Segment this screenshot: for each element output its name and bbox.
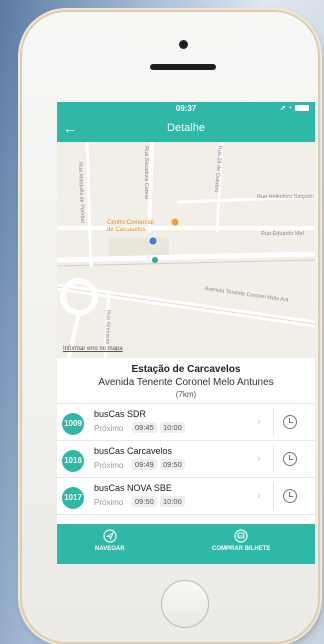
clock-icon[interactable] (283, 452, 297, 466)
status-time: 09:37 (175, 104, 197, 113)
route-row[interactable]: 1017 busCas NOVA SBE Próximo 09:50 10:00… (57, 478, 315, 515)
station-distance: (7km) (175, 390, 197, 399)
route-name: busCas NOVA SBE (94, 483, 172, 493)
row-divider (273, 482, 274, 510)
app-header: ← Detalhe (57, 116, 315, 142)
station-name: Estação de Carcavelos (131, 364, 241, 375)
navigate-button[interactable]: NAVEGAR (95, 529, 125, 552)
front-camera (179, 40, 188, 49)
departure-time: 09:45 (132, 422, 157, 433)
page-title: Detalhe (167, 122, 205, 134)
clock-icon[interactable] (283, 489, 297, 503)
route-row[interactable]: 1016 busCas Carcavelos Próximo 09:49 09:… (57, 441, 315, 478)
navigate-label: NAVEGAR (95, 546, 125, 552)
chevron-right-icon: › (257, 490, 261, 502)
street-label: Rua Eduardo Mal (261, 231, 304, 237)
poi-label: Centro Comercial de Carcavelos (107, 220, 154, 233)
map-credit-link[interactable]: Informar erro no mapa (63, 346, 123, 352)
next-label: Próximo (94, 498, 124, 507)
route-number-badge: 1016 (62, 450, 84, 472)
chevron-right-icon: › (257, 416, 261, 428)
next-label: Próximo (94, 424, 124, 433)
departure-time: 09:50 (132, 496, 157, 507)
next-label: Próximo (94, 461, 124, 470)
clock-icon[interactable] (283, 415, 297, 429)
buy-ticket-button[interactable]: COMPRAR BILHETE (212, 529, 270, 552)
train-station-icon (149, 237, 157, 245)
departure-time: 09:49 (132, 459, 157, 470)
map-view[interactable]: Rua Marquês de Pombal Rua Sacadura Cabra… (57, 142, 315, 358)
bus-icon (234, 529, 248, 543)
map-roads (57, 142, 315, 358)
status-icons: ➚ ◔ (280, 104, 309, 112)
route-number-badge: 1017 (62, 487, 84, 509)
route-number-badge: 1009 (62, 413, 84, 435)
departure-time: 10:00 (160, 422, 185, 433)
bottom-action-bar: NAVEGAR COMPRAR BILHETE (57, 524, 315, 564)
station-address: Avenida Tenente Coronel Melo Antunes (98, 377, 274, 388)
row-divider (273, 408, 274, 436)
home-button[interactable] (161, 580, 209, 628)
buy-ticket-label: COMPRAR BILHETE (212, 546, 271, 552)
route-name: busCas Carcavelos (94, 446, 173, 456)
navigation-arrow-icon (103, 529, 117, 543)
departure-time: 10:00 (160, 496, 185, 507)
bus-stop-icon (152, 257, 158, 263)
earpiece-speaker (150, 64, 216, 70)
departure-time: 09:50 (160, 459, 185, 470)
row-divider (273, 445, 274, 473)
status-bar: 09:37 ➚ ◔ (57, 102, 315, 116)
route-row[interactable]: 1009 busCas SDR Próximo 09:45 10:00 › (57, 404, 315, 441)
street-label: Rua Sacadura Cabral (143, 146, 149, 199)
app-screen: 09:37 ➚ ◔ ← Detalhe Rua Marquês de Pomba… (57, 102, 315, 564)
chevron-right-icon: › (257, 453, 261, 465)
route-name: busCas SDR (94, 409, 147, 419)
street-label: Rua Heliodoro Salgado (257, 194, 314, 200)
restaurant-icon (171, 218, 179, 226)
street-label: Rua Almirante (103, 309, 111, 345)
battery-icon (295, 105, 309, 112)
station-info: Estação de Carcavelos Avenida Tenente Co… (57, 358, 315, 404)
